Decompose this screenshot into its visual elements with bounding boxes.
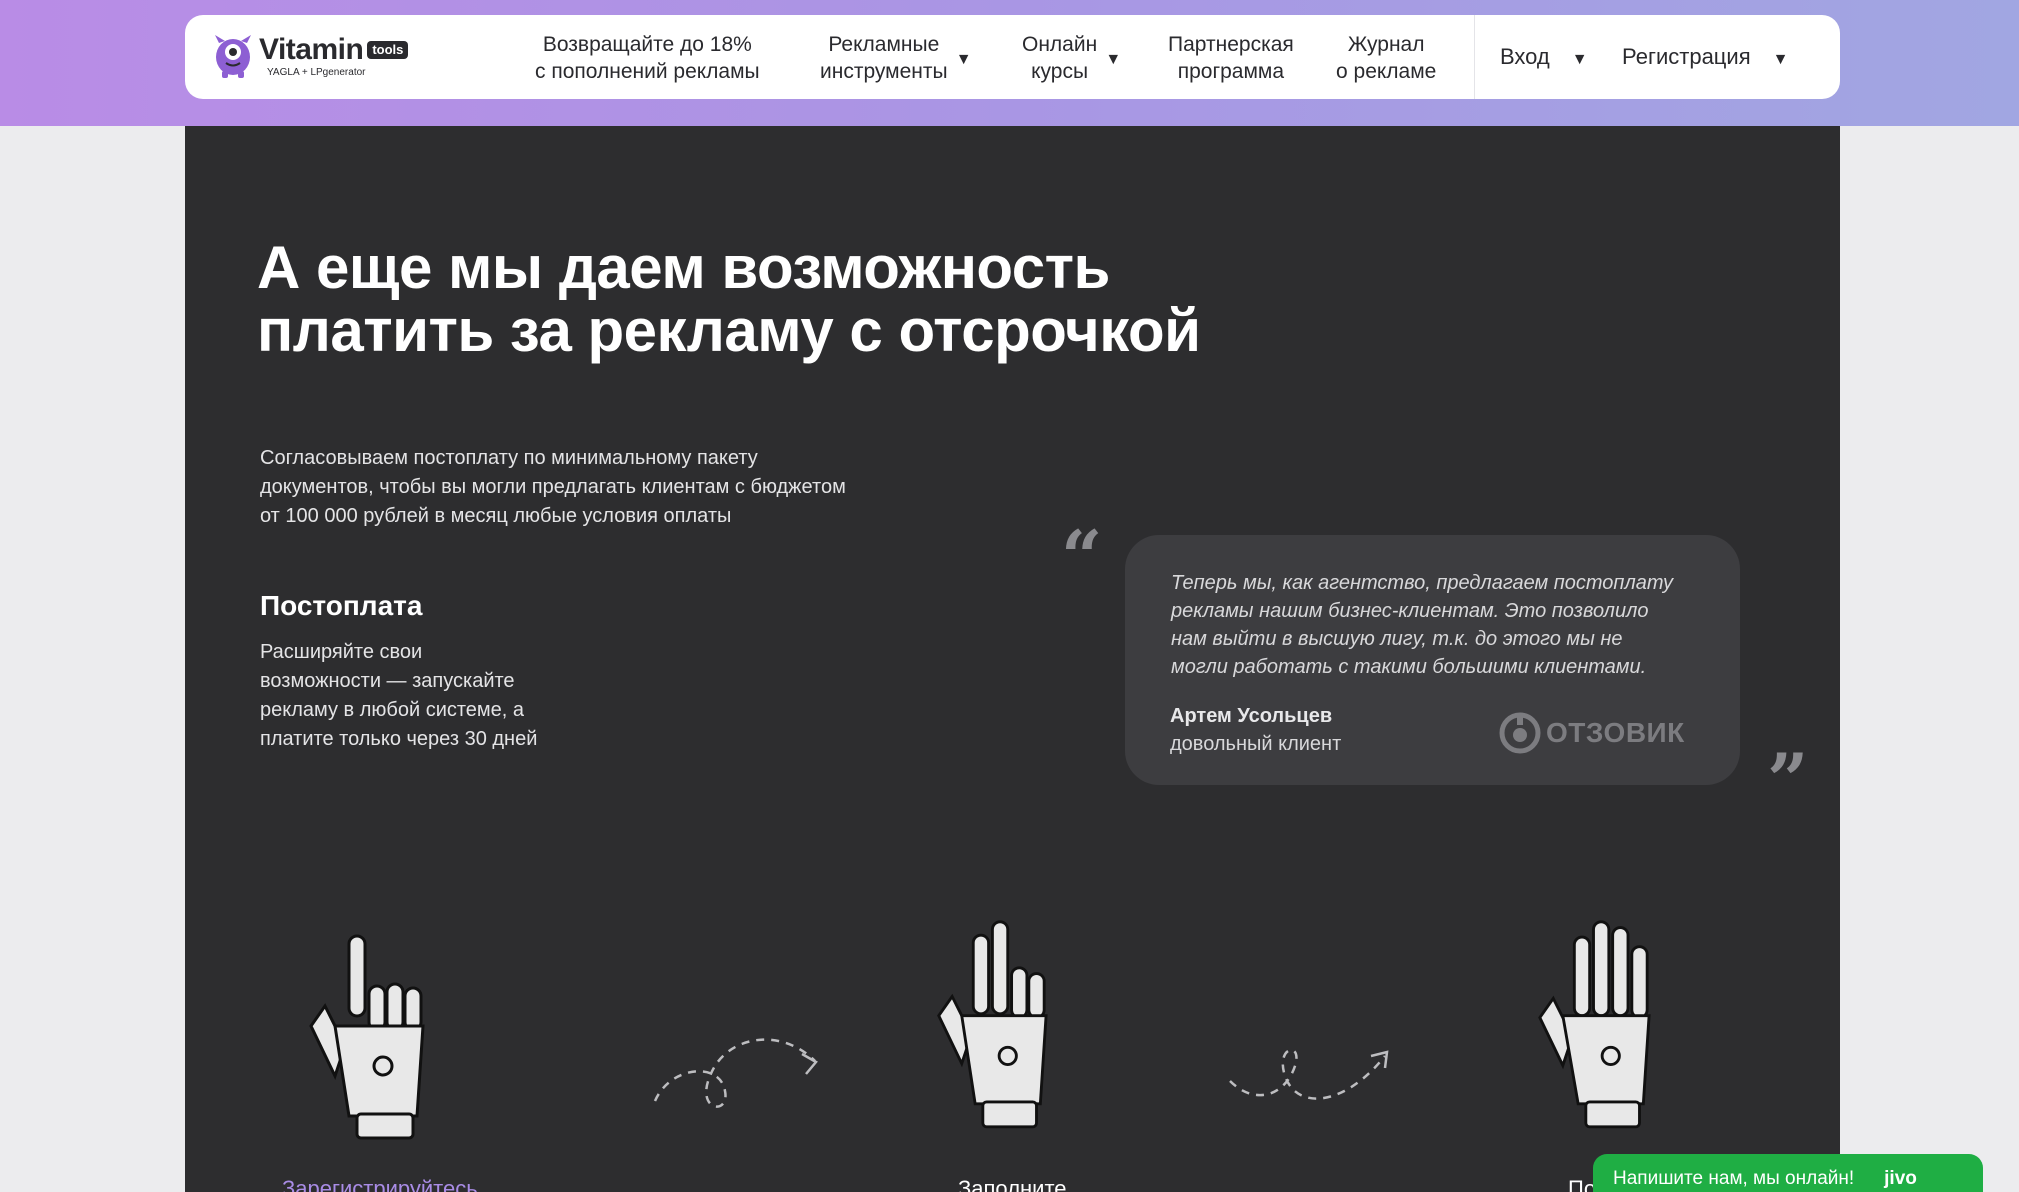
dashed-arrow-icon (653, 1038, 818, 1108)
section-headline: А еще мы даем возможность платить за рек… (257, 236, 1457, 362)
chevron-down-icon: ▼ (1571, 51, 1588, 68)
nav-item-journal-line2: о рекламе (1336, 60, 1437, 83)
chevron-down-icon: ▼ (1772, 51, 1789, 68)
brand-tag: tools (367, 40, 409, 59)
jivo-chat-widget[interactable]: Напишите нам, мы онлайн! jivo (1593, 1154, 1983, 1192)
chat-invite-text: Напишите нам, мы онлайн! (1613, 1168, 1855, 1189)
quote-close-mark: ” (1767, 737, 1809, 822)
nav-item-courses[interactable]: Онлайн курсы ▼ (1022, 31, 1121, 85)
nav-item-partner-line1: Партнерская (1168, 33, 1294, 56)
postpay-line2: возможности — запускайте (260, 670, 515, 692)
testimonial-card: Теперь мы, как агентство, предлагаем пос… (1125, 535, 1740, 785)
nav-divider (1474, 15, 1475, 99)
nav-item-cashback[interactable]: Возвращайте до 18% с пополнений рекламы (535, 31, 760, 85)
testimonial-line4: могли работать с такими большими клиента… (1171, 656, 1647, 678)
login-label: Вход (1500, 44, 1550, 69)
quote-open-mark: “ (1061, 514, 1103, 599)
postpay-line1: Расширяйте свои (260, 641, 423, 663)
testimonial-role: довольный клиент (1170, 733, 1342, 755)
step-label-register[interactable]: Зарегистрируйтесь (282, 1176, 478, 1192)
nav-item-cashback-line2: с пополнений рекламы (535, 60, 760, 83)
brand-name: Vitamin (259, 32, 364, 66)
headline-line2: платить за рекламу с отсрочкой (257, 297, 1201, 364)
nav-item-journal-line1: Журнал (1347, 33, 1425, 56)
brand-subtitle: YAGLA + LPgenerator (267, 66, 366, 78)
headline-line1: А еще мы даем возможность (257, 234, 1110, 301)
nav-item-courses-line1: Онлайн (1022, 33, 1098, 56)
step-label-fill: Заполните (958, 1176, 1067, 1192)
testimonial-line3: нам выйти в высшую лигу, т.к. до этого м… (1171, 628, 1623, 650)
intro-line3: от 100 000 рублей в месяц любые условия … (260, 505, 732, 527)
robot-hand-open-icon (1538, 920, 1651, 1129)
postpay-title: Постоплата (260, 590, 423, 621)
nav-item-tools-line2: инструменты (820, 60, 948, 83)
step-label-third: По (1568, 1176, 1597, 1192)
otzovik-icon (1499, 712, 1541, 754)
section-intro: Согласовываем постоплату по минимальному… (260, 444, 960, 531)
robot-hand-one-finger-icon (309, 934, 425, 1140)
postpay-section: А еще мы даем возможность платить за рек… (185, 126, 1840, 1192)
brand-logo[interactable]: Vitamin tools YAGLA + LPgenerator (213, 32, 409, 79)
top-navbar: Vitamin tools YAGLA + LPgenerator Возвра… (185, 15, 1840, 99)
robot-hand-two-fingers-icon (937, 920, 1048, 1129)
otzovik-logo[interactable]: ОТЗОВИК (1498, 711, 1685, 755)
dashed-loop-arrow-icon (1229, 1048, 1389, 1100)
jivo-logo: jivo (1884, 1168, 1917, 1189)
nav-item-tools[interactable]: Рекламные инструменты ▼ (820, 31, 972, 85)
nav-item-partner-line2: программа (1177, 60, 1285, 83)
chevron-down-icon: ▼ (955, 51, 972, 68)
testimonial-author: Артем Усольцев (1170, 705, 1333, 727)
register-label: Регистрация (1622, 44, 1751, 69)
testimonial-line1: Теперь мы, как агентство, предлагаем пос… (1171, 572, 1674, 594)
postpay-line4: платите только через 30 дней (260, 728, 538, 750)
register-dropdown[interactable]: Регистрация ▼ (1622, 44, 1788, 70)
postpay-text: Расширяйте свои возможности — запускайте… (260, 638, 590, 754)
testimonial-line2: рекламы нашим бизнес-клиентам. Это позво… (1171, 600, 1649, 622)
nav-item-cashback-line1: Возвращайте до 18% (542, 33, 752, 56)
testimonial-text: Теперь мы, как агентство, предлагаем пос… (1171, 569, 1711, 681)
mascot-icon (215, 35, 251, 78)
postpay-line3: рекламу в любой системе, а (260, 699, 525, 721)
login-dropdown[interactable]: Вход ▼ (1500, 44, 1588, 70)
chevron-down-icon: ▼ (1105, 51, 1122, 68)
nav-item-partner[interactable]: Партнерская программа (1168, 31, 1294, 85)
nav-item-courses-line2: курсы (1031, 60, 1089, 83)
nav-item-journal[interactable]: Журнал о рекламе (1336, 31, 1436, 85)
nav-item-tools-line1: Рекламные (828, 33, 940, 56)
intro-line2: документов, чтобы вы могли предлагать кл… (260, 476, 846, 498)
otzovik-text: ОТЗОВИК (1546, 717, 1685, 748)
intro-line1: Согласовываем постоплату по минимальному… (260, 447, 758, 469)
